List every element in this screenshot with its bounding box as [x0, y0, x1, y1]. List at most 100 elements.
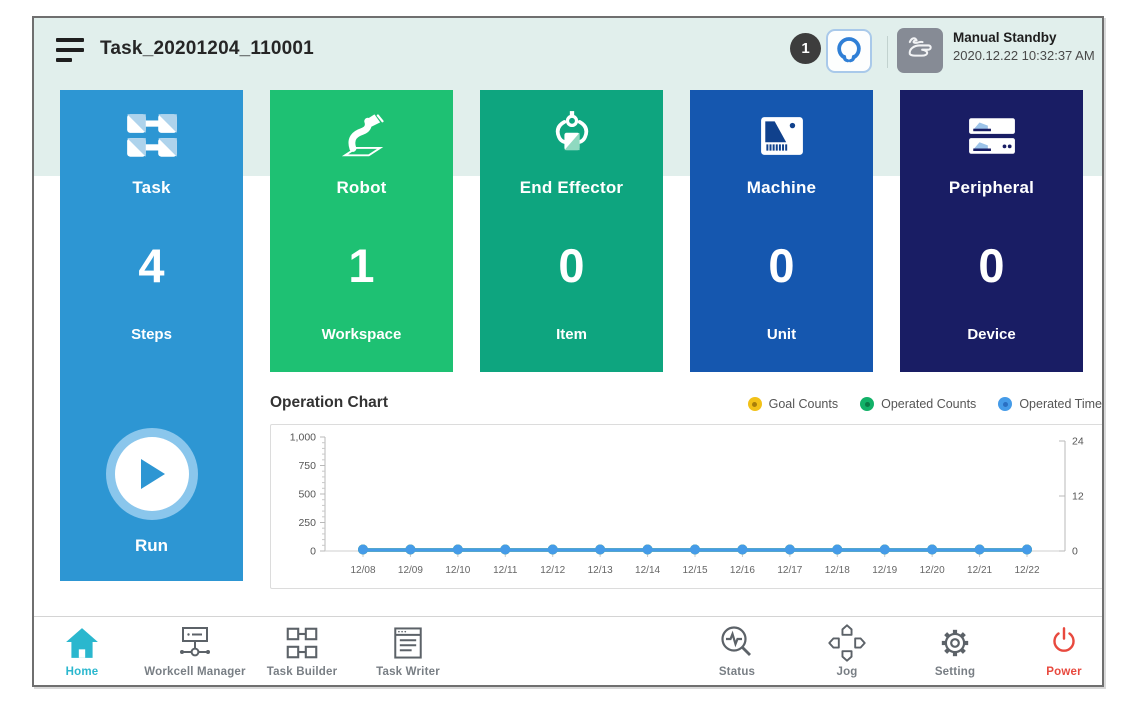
- nav-label: Task Writer: [348, 666, 468, 678]
- nav-power[interactable]: Power: [1004, 623, 1104, 678]
- card-value: 0: [480, 238, 663, 294]
- nav-label: Task Builder: [242, 666, 362, 678]
- card-unit: Steps: [60, 326, 243, 343]
- card-value: 4: [60, 238, 243, 294]
- svg-text:12/20: 12/20: [920, 565, 945, 576]
- hamburger-menu-icon[interactable]: [56, 38, 86, 64]
- operation-chart-title: Operation Chart: [270, 394, 388, 412]
- legend-label: Goal Counts: [769, 397, 838, 411]
- nav-status[interactable]: Status: [677, 623, 797, 678]
- svg-text:12/17: 12/17: [777, 565, 802, 576]
- nav-task-builder[interactable]: Task Builder: [242, 623, 362, 678]
- svg-text:24: 24: [1072, 436, 1084, 448]
- card-value: 1: [270, 238, 453, 294]
- svg-text:12/21: 12/21: [967, 565, 992, 576]
- legend-goal-counts: Goal Counts: [748, 397, 838, 411]
- robot-icon: [270, 106, 453, 166]
- workcell-manager-icon: [135, 623, 255, 663]
- card-task[interactable]: Task 4 Steps Run: [60, 90, 243, 581]
- end-effector-icon: [480, 106, 663, 166]
- card-machine[interactable]: Machine 0 Unit: [690, 90, 873, 372]
- card-title: Robot: [270, 178, 453, 198]
- status-icon: [677, 623, 797, 663]
- nav-label: Power: [1004, 666, 1104, 678]
- home-icon: [32, 623, 142, 663]
- svg-text:12/12: 12/12: [540, 565, 565, 576]
- manual-hand-icon: [903, 31, 937, 70]
- gripper-button[interactable]: [826, 29, 872, 73]
- nav-label: Setting: [895, 666, 1015, 678]
- svg-text:12/19: 12/19: [872, 565, 897, 576]
- legend-operated-time: Operated Time: [998, 397, 1102, 411]
- svg-text:12/22: 12/22: [1014, 565, 1039, 576]
- peripheral-icon: [900, 106, 1083, 166]
- svg-text:0: 0: [1072, 546, 1078, 558]
- card-peripheral[interactable]: Peripheral 0 Device: [900, 90, 1083, 372]
- nav-setting[interactable]: Setting: [895, 623, 1015, 678]
- run-button[interactable]: [106, 428, 198, 520]
- svg-text:750: 750: [298, 460, 316, 472]
- run-label: Run: [60, 536, 243, 556]
- page-title: Task_20201204_110001: [100, 38, 314, 60]
- task-writer-icon: [348, 623, 468, 663]
- notification-badge: 1: [790, 33, 821, 64]
- gripper-icon: [834, 34, 864, 69]
- power-icon: [1004, 623, 1104, 663]
- app-window: Task_20201204_110001 1 Manual Standby 20…: [32, 16, 1104, 687]
- card-unit: Unit: [690, 326, 873, 343]
- task-builder-icon: [242, 623, 362, 663]
- operated-counts-dot-icon: [860, 397, 874, 411]
- svg-text:12/08: 12/08: [350, 565, 375, 576]
- status-timestamp: 2020.12.22 10:32:37 AM: [953, 47, 1095, 65]
- robot-mode-label: Manual Standby: [953, 29, 1095, 47]
- legend-operated-counts: Operated Counts: [860, 397, 976, 411]
- svg-text:0: 0: [310, 546, 316, 558]
- svg-text:12/18: 12/18: [825, 565, 850, 576]
- task-icon: [60, 106, 243, 166]
- svg-text:12/16: 12/16: [730, 565, 755, 576]
- card-title: End Effector: [480, 178, 663, 198]
- svg-text:12: 12: [1072, 491, 1084, 503]
- svg-text:12/14: 12/14: [635, 565, 660, 576]
- operated-time-dot-icon: [998, 397, 1012, 411]
- nav-task-writer[interactable]: Task Writer: [348, 623, 468, 678]
- svg-text:12/15: 12/15: [682, 565, 707, 576]
- card-end-effector[interactable]: End Effector 0 Item: [480, 90, 663, 372]
- card-value: 0: [900, 238, 1083, 294]
- card-unit: Item: [480, 326, 663, 343]
- goal-counts-dot-icon: [748, 397, 762, 411]
- svg-text:12/09: 12/09: [398, 565, 423, 576]
- setting-icon: [895, 623, 1015, 663]
- bottom-navigation: Home Workcell Manager: [34, 616, 1102, 687]
- nav-label: Status: [677, 666, 797, 678]
- nav-workcell-manager[interactable]: Workcell Manager: [135, 623, 255, 678]
- operation-chart: 0 250 500 750 1,000 12/08 12/09 12/10 12/11 12/12…: [270, 424, 1104, 589]
- card-title: Machine: [690, 178, 873, 198]
- nav-jog[interactable]: Jog: [787, 623, 907, 678]
- screen: Task_20201204_110001 1 Manual Standby 20…: [0, 0, 1134, 708]
- card-title: Peripheral: [900, 178, 1083, 198]
- nav-label: Jog: [787, 666, 907, 678]
- jog-icon: [787, 623, 907, 663]
- chart-legend: Goal Counts Operated Counts Operated Tim…: [594, 397, 1102, 411]
- nav-home[interactable]: Home: [32, 623, 142, 678]
- svg-text:500: 500: [298, 489, 316, 501]
- card-unit: Workspace: [270, 326, 453, 343]
- svg-text:12/13: 12/13: [588, 565, 613, 576]
- svg-text:250: 250: [298, 517, 316, 529]
- legend-label: Operated Counts: [881, 397, 976, 411]
- nav-label: Home: [32, 666, 142, 678]
- robot-status: Manual Standby 2020.12.22 10:32:37 AM: [953, 29, 1095, 65]
- card-title: Task: [60, 178, 243, 198]
- card-unit: Device: [900, 326, 1083, 343]
- svg-text:1,000: 1,000: [290, 432, 316, 444]
- robot-mode-button[interactable]: [897, 28, 943, 73]
- card-robot[interactable]: Robot 1 Workspace: [270, 90, 453, 372]
- svg-text:12/10: 12/10: [445, 565, 470, 576]
- svg-text:12/11: 12/11: [493, 565, 518, 576]
- machine-icon: [690, 106, 873, 166]
- header-divider: [887, 36, 888, 68]
- legend-label: Operated Time: [1019, 397, 1102, 411]
- nav-label: Workcell Manager: [135, 666, 255, 678]
- card-value: 0: [690, 238, 873, 294]
